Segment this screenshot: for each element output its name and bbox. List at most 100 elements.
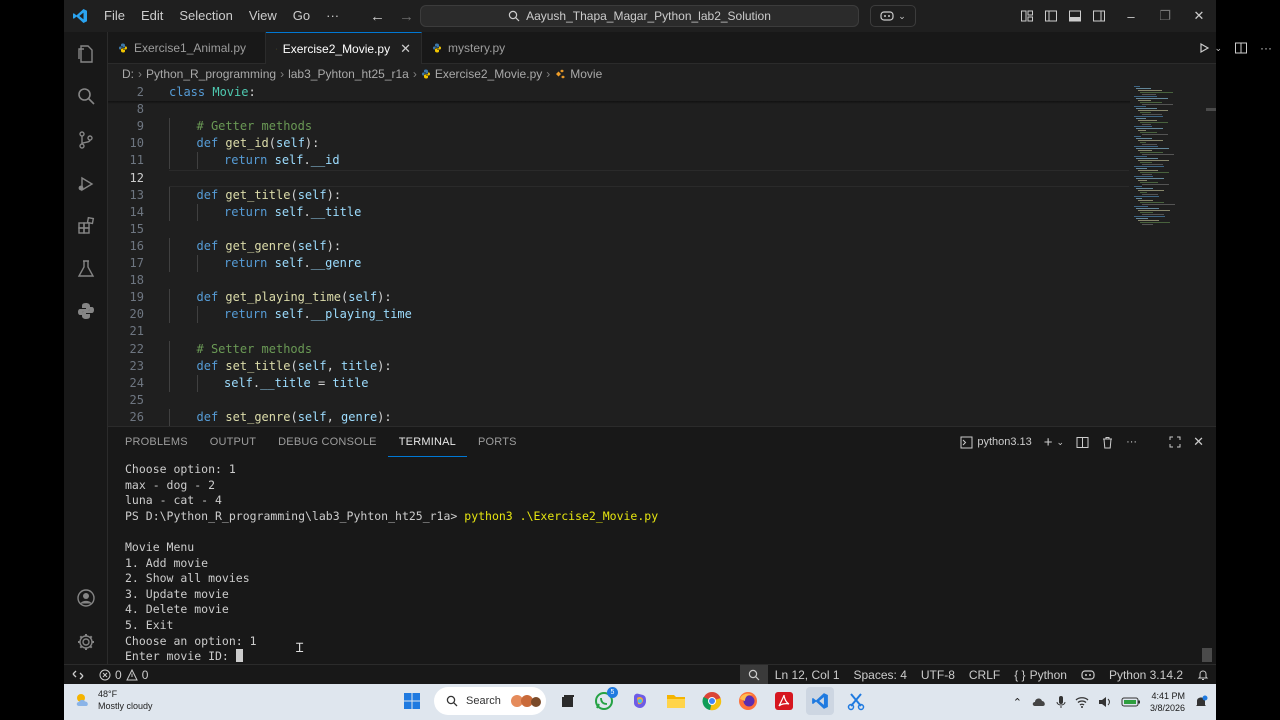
notification-center-icon[interactable] xyxy=(1194,695,1208,709)
minimize-button[interactable]: – xyxy=(1114,0,1148,32)
acrobat-icon[interactable] xyxy=(770,687,798,715)
whatsapp-icon[interactable]: 5 xyxy=(590,687,618,715)
zoom-icon[interactable] xyxy=(739,665,768,685)
menu-item-3[interactable]: View xyxy=(241,0,285,32)
remote-indicator-icon[interactable] xyxy=(64,665,92,685)
search-icon[interactable] xyxy=(64,76,108,116)
back-arrow-icon[interactable]: ← xyxy=(370,8,385,25)
menu-item-0[interactable]: File xyxy=(96,0,133,32)
weather-widget[interactable]: 48°F Mostly cloudy xyxy=(74,688,153,712)
trash-icon[interactable] xyxy=(1101,436,1114,449)
tab-mystery[interactable]: mystery.py xyxy=(422,32,522,64)
explorer-icon[interactable] xyxy=(64,34,108,74)
minimap[interactable] xyxy=(1132,84,1206,426)
onedrive-icon[interactable] xyxy=(1031,696,1047,708)
more-actions-icon[interactable]: ··· xyxy=(1126,436,1137,448)
problems-status[interactable]: 0 0 xyxy=(92,665,155,685)
python-interpreter[interactable]: Python 3.14.2 xyxy=(1102,665,1190,685)
close-window-button[interactable]: ✕ xyxy=(1182,0,1216,32)
terminal-scrollbar[interactable] xyxy=(1202,648,1212,662)
code-token: get_title xyxy=(225,187,291,202)
minimap-line xyxy=(1136,148,1169,149)
windows-start-icon[interactable] xyxy=(398,687,426,715)
language-mode[interactable]: { } Python xyxy=(1007,665,1074,685)
battery-icon[interactable] xyxy=(1121,696,1141,708)
close-panel-icon[interactable]: ✕ xyxy=(1193,434,1204,450)
maximize-panel-icon[interactable] xyxy=(1169,436,1181,448)
code-line: 10 def get_id(self): xyxy=(108,135,1138,153)
command-center-search[interactable]: Aayush_Thapa_Magar_Python_lab2_Solution xyxy=(420,5,859,27)
forward-arrow-icon[interactable]: → xyxy=(399,8,414,25)
run-file-icon[interactable] xyxy=(1198,42,1210,54)
notifications-bell-icon[interactable] xyxy=(1190,665,1216,685)
copilot-app-icon[interactable] xyxy=(626,687,654,715)
editor-scrollbar[interactable] xyxy=(1206,108,1216,111)
settings-gear-icon[interactable] xyxy=(64,622,108,662)
testing-icon[interactable] xyxy=(64,249,108,289)
chevron-down-icon[interactable]: ⌄ xyxy=(1214,43,1222,54)
tab-ports[interactable]: PORTS xyxy=(467,427,528,457)
toggle-primary-sidebar-icon[interactable] xyxy=(1044,9,1058,23)
wifi-icon[interactable] xyxy=(1075,696,1089,708)
tab-output[interactable]: OUTPUT xyxy=(199,427,267,457)
breadcrumb-folder[interactable]: Python_R_programming xyxy=(146,67,276,81)
code-token: set_title xyxy=(225,358,291,373)
plus-icon[interactable]: + xyxy=(1044,434,1053,451)
python-icon[interactable] xyxy=(64,291,108,331)
vscode-taskbar-icon[interactable] xyxy=(806,687,834,715)
menu-item-1[interactable]: Edit xyxy=(133,0,171,32)
code-token: ): xyxy=(326,187,342,202)
taskbar-search[interactable]: Search xyxy=(434,687,546,715)
tab-debug-console[interactable]: DEBUG CONSOLE xyxy=(267,427,388,457)
close-icon[interactable]: ✕ xyxy=(400,41,411,57)
breadcrumb-subfolder[interactable]: lab3_Pyhton_ht25_r1a xyxy=(288,67,409,81)
tab-exercise2-movie[interactable]: Exercise2_Movie.py ✕ xyxy=(266,32,422,64)
menu-bar: File Edit Selection View Go ··· xyxy=(96,0,347,32)
breadcrumb-drive[interactable]: D: xyxy=(122,67,134,81)
file-explorer-icon[interactable] xyxy=(662,687,690,715)
toggle-secondary-sidebar-icon[interactable] xyxy=(1092,9,1106,23)
tab-exercise1-animal[interactable]: Exercise1_Animal.py xyxy=(108,32,266,64)
more-actions-icon[interactable]: ··· xyxy=(1260,41,1272,55)
menu-item-5[interactable]: ··· xyxy=(318,0,347,32)
cursor-position[interactable]: Ln 12, Col 1 xyxy=(768,665,847,685)
firefox-icon[interactable] xyxy=(734,687,762,715)
run-and-debug-icon[interactable] xyxy=(64,164,108,204)
warning-icon xyxy=(125,668,138,680)
split-terminal-icon[interactable] xyxy=(1076,436,1089,449)
volume-icon[interactable] xyxy=(1098,696,1112,708)
tab-problems[interactable]: PROBLEMS xyxy=(108,427,199,457)
clock[interactable]: 4:41 PM 3/8/2026 xyxy=(1150,690,1185,714)
code-line: 15 xyxy=(108,221,1138,238)
file-encoding[interactable]: UTF-8 xyxy=(914,665,962,685)
source-control-icon[interactable] xyxy=(64,120,108,160)
chrome-icon[interactable] xyxy=(698,687,726,715)
terminal-selector[interactable]: python3.13 xyxy=(960,436,1032,449)
python-file-icon xyxy=(119,43,127,53)
breadcrumb-file[interactable]: Exercise2_Movie.py xyxy=(435,67,542,81)
tab-terminal[interactable]: TERMINAL xyxy=(387,427,467,457)
microphone-icon[interactable] xyxy=(1056,695,1066,709)
terminal-input-line[interactable]: Enter movie ID: xyxy=(125,649,1195,665)
task-view-icon[interactable] xyxy=(554,687,582,715)
copilot-button[interactable]: ⌄ xyxy=(870,5,916,27)
chevron-down-icon[interactable]: ⌄ xyxy=(1057,437,1065,448)
menu-item-4[interactable]: Go xyxy=(285,0,318,32)
indentation[interactable]: Spaces: 4 xyxy=(847,665,914,685)
customize-layout-icon[interactable] xyxy=(1020,9,1034,23)
snipping-tool-icon[interactable] xyxy=(842,687,870,715)
terminal-output[interactable]: Choose option: 1 max - dog - 2 luna - cat … xyxy=(125,462,1195,665)
chevron-up-icon[interactable]: ⌃ xyxy=(1013,696,1022,709)
end-of-line[interactable]: CRLF xyxy=(962,665,1007,685)
restore-button[interactable]: ❐ xyxy=(1148,0,1182,32)
split-editor-icon[interactable] xyxy=(1234,41,1248,55)
terminal-line: Choose an option: 1 xyxy=(125,633,257,648)
menu-item-2[interactable]: Selection xyxy=(171,0,240,32)
minimap-line xyxy=(1142,184,1169,185)
accounts-icon[interactable] xyxy=(64,578,108,618)
code-editor[interactable]: 2 class Movie: 8 9 # Getter methods 10 def get… xyxy=(108,84,1216,426)
toggle-panel-icon[interactable] xyxy=(1068,9,1082,23)
copilot-status-icon[interactable] xyxy=(1074,665,1102,685)
extensions-icon[interactable] xyxy=(64,206,108,246)
breadcrumb-symbol[interactable]: Movie xyxy=(570,67,602,81)
